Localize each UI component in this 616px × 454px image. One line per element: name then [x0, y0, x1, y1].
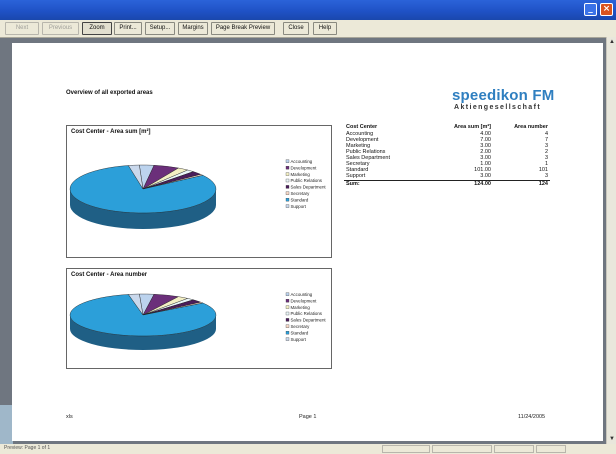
minimize-button[interactable]: _: [584, 3, 597, 16]
legend-item: Sales Department: [291, 318, 327, 323]
legend-swatch: [285, 324, 290, 328]
title-bar: _ ×: [0, 0, 616, 20]
legend-item: Accounting: [291, 292, 313, 297]
legend-item: Support: [291, 204, 307, 209]
header-area-number: Area number: [514, 124, 548, 130]
legend-swatch: [285, 191, 290, 195]
footer-left: xls: [66, 414, 73, 420]
vertical-scrollbar[interactable]: ▲ ▼: [606, 37, 616, 444]
report-page: Overview of all exported areas speedikon…: [12, 43, 603, 441]
legend-swatch: [285, 337, 290, 341]
legend-item: Secretary: [291, 191, 311, 196]
table-sum-row: Sum: 124.00 124: [344, 180, 550, 187]
company-logo-name: speedikon FM: [452, 87, 555, 104]
cell-cost-center: Support: [346, 173, 366, 179]
legend-item: Public Relations: [291, 178, 323, 183]
sum-label: Sum:: [346, 181, 360, 187]
report-heading: Overview of all exported areas: [66, 90, 153, 96]
sum-area: 124.00: [474, 181, 491, 187]
chart-area-sum: Cost Center - Area sum [m²] Accounting De…: [66, 125, 332, 258]
pie-chart-svg: AccountingDevelopment MarketingPublic Rel…: [69, 292, 327, 350]
legend-swatch: [285, 172, 290, 176]
legend-swatch: [285, 318, 290, 322]
cell-area-sum: 3.00: [480, 173, 491, 179]
page-break-preview-button[interactable]: Page Break Preview: [211, 22, 275, 35]
close-button[interactable]: Close: [283, 22, 309, 35]
legend-swatch: [285, 159, 290, 163]
cell-area-number: 3: [544, 173, 548, 179]
cost-center-table: Cost Center Area sum [m²] Area number Ac…: [344, 124, 550, 187]
sum-number: 124: [538, 181, 548, 187]
legend-item: Support: [291, 337, 307, 342]
table-header: Cost Center Area sum [m²] Area number: [344, 124, 550, 131]
legend-swatch: [285, 204, 290, 208]
footer-date: 11/24/2005: [518, 414, 546, 420]
table-row: Support 3.00 3: [344, 173, 550, 179]
legend-item: Marketing: [291, 305, 311, 310]
legend-swatch: [285, 178, 290, 183]
legend-item: Secretary: [291, 324, 311, 329]
legend-item: Development: [291, 298, 318, 303]
next-button[interactable]: Next: [5, 22, 39, 35]
legend-item: Sales Department: [291, 185, 327, 190]
pie-chart-svg: AccountingDevelopment MarketingPublic Rel…: [69, 159, 327, 229]
scroll-down-icon[interactable]: ▼: [608, 435, 616, 443]
legend-item: Accounting: [291, 159, 313, 164]
legend-swatch: [285, 292, 290, 296]
help-button[interactable]: Help: [313, 22, 337, 35]
legend-swatch: [285, 185, 290, 189]
status-segment: [382, 445, 430, 453]
legend-swatch: [285, 299, 290, 303]
legend-item: Development: [291, 165, 318, 170]
legend-item: Marketing: [291, 172, 311, 177]
header-area-sum: Area sum [m²]: [454, 124, 491, 130]
legend-swatch: [285, 198, 290, 202]
margins-button[interactable]: Margins: [178, 22, 208, 35]
legend-swatch: [285, 331, 290, 335]
status-segment: [432, 445, 492, 453]
print-button[interactable]: Print...: [114, 22, 142, 35]
legend-swatch: [285, 166, 290, 170]
legend-item: Public Relations: [291, 311, 323, 316]
legend-swatch: [285, 311, 290, 316]
footer-page-number: Page 1: [299, 414, 317, 420]
header-cost-center: Cost Center: [346, 124, 378, 130]
status-bar: Preview: Page 1 of 1: [0, 444, 616, 454]
status-segment: [494, 445, 534, 453]
status-segment: [536, 445, 566, 453]
print-preview-toolbar: Next Previous Zoom Print... Setup... Mar…: [0, 20, 616, 38]
scroll-up-icon[interactable]: ▲: [608, 38, 616, 46]
chart-area-number: Cost Center - Area number Accounting Deve…: [66, 268, 332, 369]
legend-item: Standard: [291, 330, 309, 335]
legend-item: Standard: [291, 197, 309, 202]
close-window-button[interactable]: ×: [600, 3, 613, 16]
setup-button[interactable]: Setup...: [145, 22, 175, 35]
company-logo-subtitle: Aktiengesellschaft: [454, 104, 542, 111]
zoom-button[interactable]: Zoom: [82, 22, 112, 35]
status-text: Preview: Page 1 of 1: [4, 445, 51, 451]
previous-button[interactable]: Previous: [42, 22, 79, 35]
legend-swatch: [285, 305, 290, 309]
